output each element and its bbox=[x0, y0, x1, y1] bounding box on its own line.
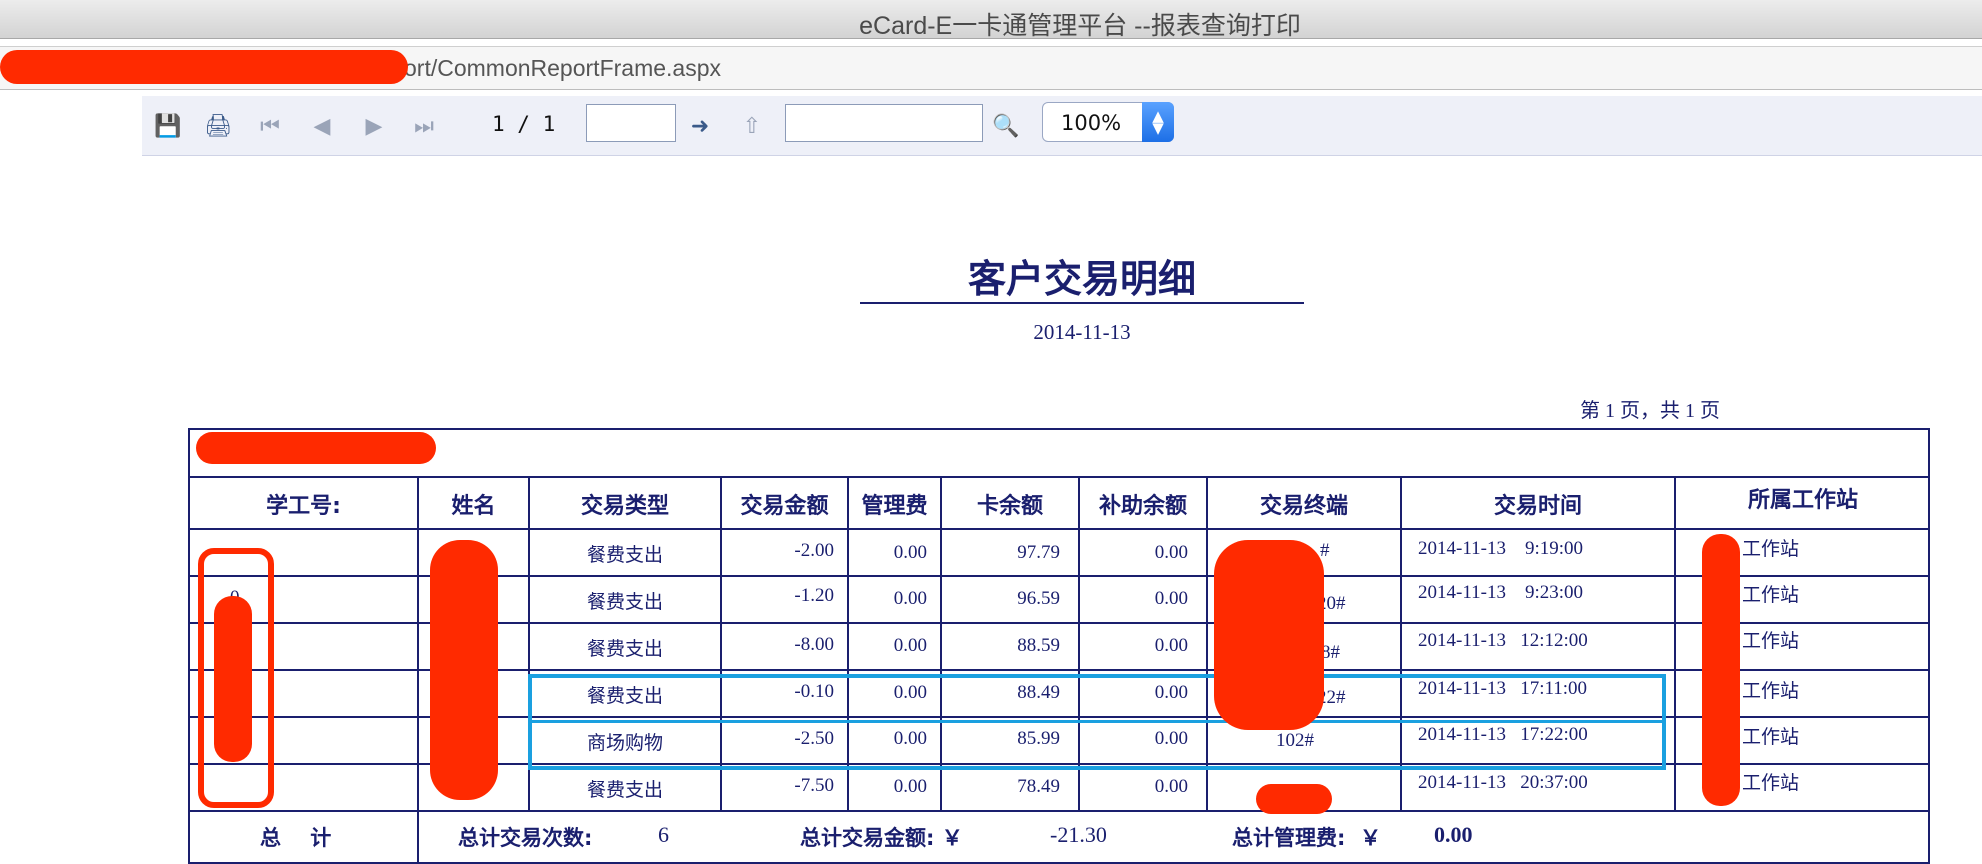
cell-fee: 0.00 bbox=[893, 776, 927, 797]
totals-count-label: 总计交易次数: bbox=[458, 826, 593, 850]
totals-amount-value: -21.30 bbox=[1050, 822, 1107, 847]
cell-station: 工作站 bbox=[1742, 772, 1800, 794]
totals-amount-label: 总计交易金额: ￥ bbox=[800, 826, 963, 850]
cell-subsidy: 0.00 bbox=[1154, 542, 1188, 563]
goto-page-icon[interactable]: ➜ bbox=[684, 110, 716, 142]
report-title: 客户交易明细 bbox=[967, 256, 1196, 301]
binoculars-icon[interactable]: 🔍 bbox=[990, 110, 1022, 142]
cell-time: 2014-11-13 9:23:00 bbox=[1418, 582, 1584, 603]
col-header-terminal: 交易终端 bbox=[1259, 494, 1348, 519]
cell-type: 餐费支出 bbox=[586, 639, 663, 660]
redaction-mark bbox=[430, 540, 498, 800]
window-title: eCard-E一卡通管理平台 --报表查询打印 bbox=[859, 12, 1301, 40]
first-page-icon[interactable]: ⏮ bbox=[254, 110, 286, 142]
cell-amount: -1.20 bbox=[794, 585, 834, 606]
cell-balance: 78.49 bbox=[1017, 776, 1060, 797]
cell-station: 工作站 bbox=[1742, 726, 1800, 748]
print-icon[interactable]: 🖨 bbox=[202, 110, 234, 142]
cell-station: 工作站 bbox=[1742, 538, 1800, 560]
cell-subsidy: 0.00 bbox=[1154, 635, 1188, 656]
col-divider bbox=[1674, 476, 1676, 810]
report-title-underline bbox=[860, 302, 1304, 304]
search-input[interactable] bbox=[785, 104, 983, 142]
cell-terminal: # bbox=[1320, 540, 1330, 561]
row-divider bbox=[190, 476, 1930, 478]
cell-type: 餐费支出 bbox=[586, 780, 663, 801]
report-toolbar: 💾 🖨 ⏮ ◀ ▶ ⏭ 1 / 1 ➜ ⇧ 🔍 100% ▲ ▼ bbox=[142, 96, 1982, 156]
totals-fee-value: 0.00 bbox=[1434, 822, 1473, 847]
window-titlebar: eCard-E一卡通管理平台 --报表查询打印 bbox=[0, 0, 1982, 40]
row-divider bbox=[190, 810, 1930, 812]
totals-label: 总 计 bbox=[260, 826, 332, 850]
cell-time: 2014-11-13 9:19:00 bbox=[1418, 538, 1584, 559]
col-header-time: 交易时间 bbox=[1493, 494, 1582, 519]
col-header-name: 姓名 bbox=[451, 494, 496, 519]
cell-balance: 96.59 bbox=[1017, 588, 1060, 609]
cell-subsidy: 0.00 bbox=[1154, 588, 1188, 609]
cell-amount: -7.50 bbox=[794, 775, 834, 796]
totals-fee-label: 总计管理费: ￥ bbox=[1232, 826, 1382, 850]
redaction-mark bbox=[1214, 540, 1324, 730]
col-header-balance: 卡余额 bbox=[976, 494, 1043, 519]
col-header-station: 所属工作站 bbox=[1747, 488, 1858, 513]
cell-balance: 88.59 bbox=[1017, 635, 1060, 656]
export-icon[interactable]: 💾 bbox=[152, 110, 184, 142]
cell-time: 2014-11-13 20:37:00 bbox=[1418, 772, 1588, 793]
redaction-mark bbox=[214, 596, 252, 762]
report-date: 2014-11-13 bbox=[1033, 320, 1131, 344]
highlight-divider bbox=[530, 720, 1664, 723]
cell-station: 工作站 bbox=[1742, 584, 1800, 606]
col-divider bbox=[417, 476, 419, 864]
cell-time: 2014-11-13 12:12:00 bbox=[1418, 630, 1588, 651]
cell-subsidy: 0.00 bbox=[1154, 776, 1188, 797]
redaction-mark bbox=[196, 432, 436, 464]
page-info: 第 1 页，共 1 页 bbox=[1580, 400, 1720, 422]
cell-station: 工作站 bbox=[1742, 630, 1800, 652]
col-header-amount: 交易金额 bbox=[740, 494, 829, 519]
cell-type: 餐费支出 bbox=[586, 545, 663, 566]
zoom-value: 100% bbox=[1061, 111, 1122, 135]
last-page-icon[interactable]: ⏭ bbox=[408, 110, 440, 142]
col-header-subsidy: 补助余额 bbox=[1098, 494, 1187, 519]
cell-fee: 0.00 bbox=[893, 542, 927, 563]
page-indicator: 1 / 1 bbox=[492, 112, 556, 136]
prev-page-icon[interactable]: ◀ bbox=[306, 110, 338, 142]
next-page-icon[interactable]: ▶ bbox=[358, 110, 390, 142]
cell-fee: 0.00 bbox=[893, 588, 927, 609]
col-header-fee: 管理费 bbox=[861, 494, 928, 519]
zoom-select[interactable]: 100% ▲ ▼ bbox=[1042, 102, 1174, 142]
redaction-mark bbox=[1256, 784, 1332, 814]
col-header-type: 交易类型 bbox=[580, 494, 669, 519]
cell-fee: 0.00 bbox=[893, 635, 927, 656]
address-url: ort/CommonReportFrame.aspx bbox=[404, 55, 721, 81]
cell-station: 工作站 bbox=[1742, 680, 1800, 702]
cell-balance: 97.79 bbox=[1017, 542, 1060, 563]
cell-type: 餐费支出 bbox=[586, 592, 663, 613]
redaction-mark bbox=[1702, 534, 1740, 806]
zoom-stepper-icon[interactable]: ▲ ▼ bbox=[1142, 102, 1174, 142]
cell-amount: -8.00 bbox=[794, 634, 834, 655]
totals-count-value: 6 bbox=[658, 822, 669, 847]
up-icon[interactable]: ⇧ bbox=[736, 110, 768, 142]
cell-amount: -2.00 bbox=[794, 540, 834, 561]
redaction-mark bbox=[0, 50, 408, 84]
col-header-id: 学工号: bbox=[266, 494, 341, 519]
goto-page-input[interactable] bbox=[586, 104, 676, 142]
